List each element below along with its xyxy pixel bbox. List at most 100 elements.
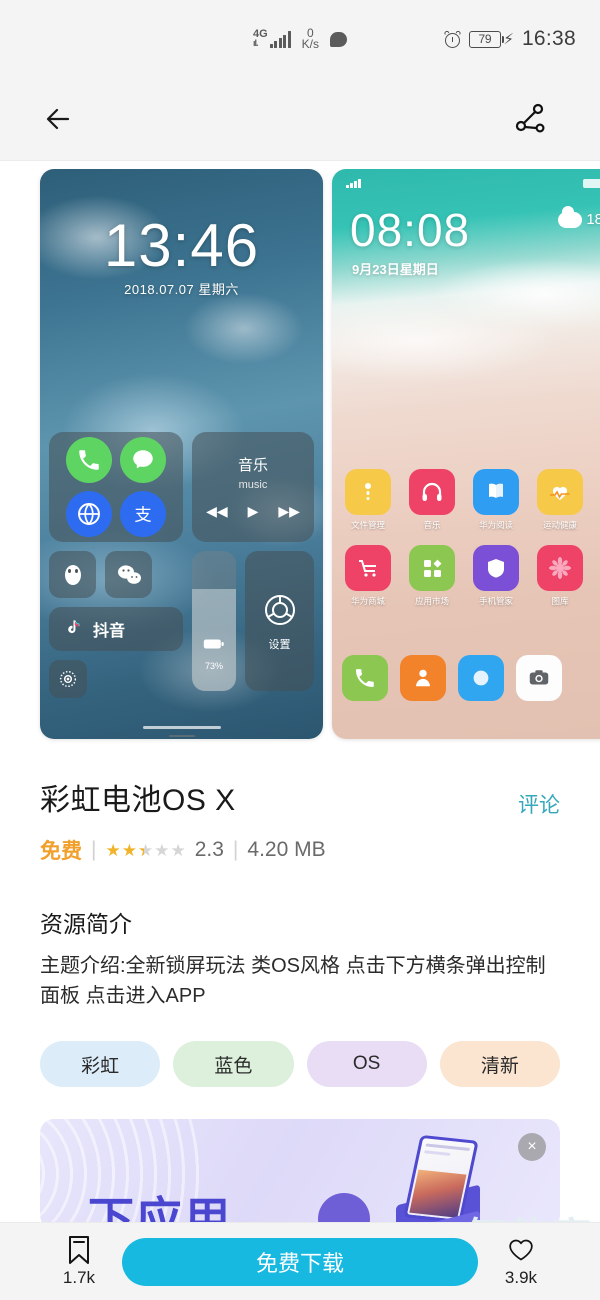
app-icon-huawei-store[interactable]: 华为商城 bbox=[342, 545, 394, 607]
qq-icon[interactable] bbox=[49, 551, 96, 598]
reader-icon bbox=[473, 469, 519, 515]
section-title-description: 资源简介 bbox=[40, 911, 132, 937]
settings-gear-icon bbox=[264, 595, 295, 625]
dock-contacts-icon[interactable] bbox=[400, 655, 446, 701]
music-play-button[interactable]: ▶ bbox=[248, 503, 259, 520]
homescreen-date: 9月23日星期日 bbox=[352, 262, 439, 277]
appgallery-icon bbox=[409, 545, 455, 591]
tag-label: OS bbox=[352, 1053, 381, 1074]
homescreen-dock bbox=[342, 655, 600, 701]
phone-icon[interactable] bbox=[66, 437, 112, 483]
music-prev-button[interactable]: ◀◀ bbox=[206, 503, 228, 520]
share-icon bbox=[515, 103, 545, 133]
tag-chip[interactable]: 清新 bbox=[439, 1041, 560, 1087]
app-label: 图库 bbox=[551, 596, 569, 606]
reviews-link[interactable]: 评论 bbox=[518, 789, 560, 819]
app-icon-huawei-reader[interactable]: 华为阅读 bbox=[470, 469, 522, 531]
battery-small-icon bbox=[192, 637, 236, 655]
meta-divider-2: | bbox=[232, 838, 239, 861]
app-row-2: 华为商城 应用市场 手机管家 图库 bbox=[342, 545, 600, 607]
lockscreen-time: 13:46 bbox=[103, 212, 260, 279]
tag-label: 蓝色 bbox=[214, 1055, 253, 1077]
wechat-icon[interactable] bbox=[105, 551, 152, 598]
screenshot-thumbnail-2[interactable]: 08:08 9月23日星期日 18° 文件管理 音乐 bbox=[332, 169, 600, 739]
homescreen-time: 08:08 bbox=[350, 204, 471, 256]
douyin-shortcut[interactable]: 抖音 bbox=[49, 607, 183, 651]
title-row: 彩虹电池OS X 评论 bbox=[40, 775, 560, 819]
cloud-icon bbox=[558, 205, 583, 228]
back-arrow-icon bbox=[46, 108, 70, 130]
heart-icon bbox=[509, 1239, 533, 1261]
app-label: 运动健康 bbox=[542, 520, 577, 530]
weather-widget: 18° bbox=[558, 205, 600, 228]
banner-close-button[interactable]: × bbox=[518, 1133, 546, 1161]
control-panel-right-column: 73% 设置 bbox=[192, 551, 314, 698]
dock-phone-icon[interactable] bbox=[342, 655, 388, 701]
like-button[interactable]: 3.9k bbox=[478, 1235, 564, 1288]
app-icon-file-manager[interactable]: 文件管理 bbox=[342, 469, 394, 531]
svg-text:支: 支 bbox=[134, 506, 151, 526]
dock-browser-icon[interactable] bbox=[458, 655, 504, 701]
app-icon-phone-manager[interactable]: 手机管家 bbox=[470, 545, 522, 607]
app-icon-gallery[interactable]: 图库 bbox=[534, 545, 586, 607]
page-title: 彩虹电池OS X bbox=[40, 784, 236, 817]
alipay-icon[interactable]: 支 bbox=[120, 491, 166, 537]
lockscreen-date: 2018.07.07 星期六 bbox=[124, 282, 239, 297]
browser-icon[interactable] bbox=[66, 491, 112, 537]
download-button[interactable]: 免费下载 bbox=[122, 1237, 478, 1286]
tag-chip[interactable]: 蓝色 bbox=[173, 1041, 294, 1087]
tag-chip[interactable]: OS bbox=[306, 1041, 427, 1087]
app-icon-health[interactable]: 运动健康 bbox=[534, 469, 586, 531]
alarm-icon bbox=[443, 29, 462, 48]
home-indicator bbox=[142, 726, 221, 729]
app-icon-music[interactable]: 音乐 bbox=[406, 469, 458, 531]
star-1: ★ bbox=[105, 840, 121, 860]
app-description: 主题介绍:全新锁屏玩法 类OS风格 点击下方横条弹出控制面板 点击进入APP bbox=[40, 955, 546, 1007]
bookmark-button[interactable]: 1.7k bbox=[36, 1235, 122, 1288]
music-widget[interactable]: 音乐 music ◀◀ ▶ ▶▶ bbox=[192, 432, 314, 542]
promo-banner[interactable]: 下应用 × bbox=[40, 1119, 560, 1229]
app-bar bbox=[0, 78, 600, 161]
home-indicator-secondary bbox=[168, 735, 195, 737]
gear-shortcut-icon[interactable] bbox=[49, 660, 87, 698]
homescreen-signal-icon bbox=[346, 179, 361, 188]
bottom-action-bar: 1.7k 免费下载 3.9k bbox=[0, 1222, 600, 1300]
battery-slider[interactable]: 73% bbox=[192, 551, 236, 691]
signal-icon: 4G ıl. bbox=[253, 29, 291, 48]
settings-tile-label: 设置 bbox=[268, 639, 291, 651]
status-bar: 4G ıl. 0 K/s 79 ⚡ 16:38 bbox=[0, 0, 600, 78]
battery-indicator: 79 ⚡ bbox=[468, 30, 514, 48]
meta-divider-1: | bbox=[91, 838, 97, 861]
music-next-button[interactable]: ▶▶ bbox=[278, 503, 300, 520]
price-label: 免费 bbox=[40, 840, 82, 863]
screenshot-thumbnail-1[interactable]: 13:46 2018.07.07 星期六 支 音乐 music ◀◀ ▶ ▶▶ … bbox=[40, 169, 323, 739]
app-label: 文件管理 bbox=[350, 520, 385, 530]
app-label: 华为商城 bbox=[350, 596, 385, 606]
banner-device-illustration bbox=[396, 1134, 482, 1229]
app-label: 应用市场 bbox=[414, 596, 449, 606]
app-icon-appgallery[interactable]: 应用市场 bbox=[406, 545, 458, 607]
tag-label: 清新 bbox=[480, 1055, 519, 1077]
settings-tile[interactable]: 设置 bbox=[245, 551, 314, 691]
status-bar-center: 4G ıl. 0 K/s bbox=[253, 27, 348, 50]
app-meta-row: 免费 | ★★★★★ 2.3 | 4.20 MB bbox=[40, 835, 560, 865]
battery-percent-text: 73% bbox=[204, 661, 223, 671]
dock-camera-icon[interactable] bbox=[516, 655, 562, 701]
music-subtitle: music bbox=[238, 479, 268, 491]
status-bar-clock: 16:38 bbox=[521, 27, 576, 50]
messages-icon[interactable] bbox=[120, 437, 166, 483]
quick-apps-panel: 支 bbox=[49, 432, 183, 542]
back-button[interactable] bbox=[38, 96, 84, 142]
bookmark-count: 1.7k bbox=[62, 1268, 96, 1287]
charging-bolt-icon: ⚡ bbox=[503, 30, 514, 48]
health-icon bbox=[537, 469, 583, 515]
app-label: 手机管家 bbox=[478, 596, 513, 606]
battery-icon: 79 bbox=[468, 30, 501, 48]
store-icon bbox=[345, 545, 391, 591]
screenshot-gallery[interactable]: 13:46 2018.07.07 星期六 支 音乐 music ◀◀ ▶ ▶▶ … bbox=[0, 169, 600, 749]
bookmark-icon bbox=[69, 1236, 89, 1264]
tag-label: 彩虹 bbox=[81, 1055, 120, 1077]
share-button[interactable] bbox=[508, 98, 550, 140]
tag-chip[interactable]: 彩虹 bbox=[40, 1041, 161, 1087]
music-title: 音乐 bbox=[237, 457, 268, 474]
